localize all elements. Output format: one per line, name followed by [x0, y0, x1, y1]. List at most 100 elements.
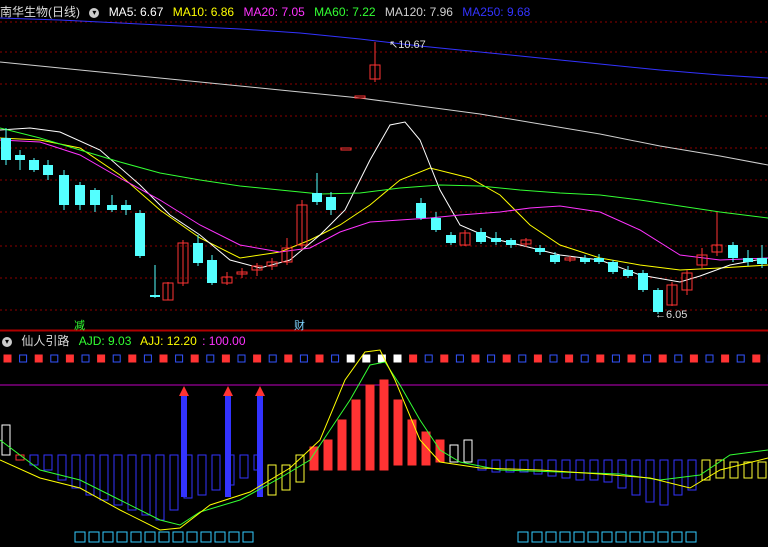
histogram-bar [211, 454, 221, 491]
candle-body [728, 245, 738, 258]
histogram-bar [729, 461, 739, 479]
collapse-indicator-panel-icon[interactable]: ▾ [2, 336, 12, 347]
tag-cai[interactable]: 财 [294, 317, 305, 333]
signal-square [440, 354, 449, 363]
ajj-label: AJJ: 12.20 [140, 334, 197, 348]
candle-body [75, 185, 85, 205]
histogram-bar [379, 379, 389, 471]
signal-square [175, 354, 184, 363]
candle-body [193, 243, 203, 263]
candle-body [535, 248, 545, 252]
histogram-bar [589, 459, 599, 481]
ma120-label: MA120: 7.96 [384, 5, 453, 19]
ma5-label: MA5: 6.67 [108, 5, 164, 19]
signal-square [455, 354, 464, 363]
signal-square [721, 354, 730, 363]
signal-square [331, 354, 340, 363]
candle-body [59, 175, 69, 205]
signal-square [487, 354, 496, 363]
bottom-marker-square [615, 531, 627, 543]
signal-square [65, 354, 74, 363]
candle-body [476, 232, 486, 242]
bottom-marker-square [200, 531, 212, 543]
histogram-bar [1, 424, 11, 456]
signal-square [159, 354, 168, 363]
ma20-line [0, 139, 768, 261]
bottom-marker-square [130, 531, 142, 543]
candle-body [416, 203, 426, 218]
candle-body [29, 160, 39, 170]
ma120-line [0, 61, 768, 166]
signal-square [346, 354, 355, 363]
bottom-marker-square [643, 531, 655, 543]
histogram-bar [71, 454, 81, 489]
stock-title: 南华生物(日线) [0, 5, 80, 19]
bottom-marker-square [88, 531, 100, 543]
signal-square [112, 354, 121, 363]
signal-square [34, 354, 43, 363]
indicator-title: 仙人引路 [21, 334, 70, 348]
histogram-bar [127, 454, 137, 511]
bottom-marker-square [685, 531, 697, 543]
signal-square [268, 354, 277, 363]
bottom-marker-square [629, 531, 641, 543]
histogram-bar [365, 384, 375, 471]
signal-square [315, 354, 324, 363]
candle-body [743, 258, 753, 262]
candle-body [580, 258, 590, 262]
collapse-price-panel-icon[interactable]: ▾ [89, 7, 100, 18]
histogram-bar [43, 454, 53, 471]
signal-square [611, 354, 620, 363]
signal-square [221, 354, 230, 363]
candle-body [135, 213, 145, 256]
ma250-line [0, 17, 768, 79]
candle-body [326, 197, 336, 210]
candle-body [491, 238, 501, 242]
histogram-bar [323, 439, 333, 471]
signal-square [658, 354, 667, 363]
signal-square [299, 354, 308, 363]
histogram-bar [393, 399, 403, 466]
candle-body [15, 155, 25, 160]
signal-square [97, 354, 106, 363]
signal-square [206, 354, 215, 363]
histogram-bar [561, 459, 571, 479]
signal-square [143, 354, 152, 363]
tag-jian[interactable]: 减 [74, 317, 85, 333]
bottom-marker-square [116, 531, 128, 543]
candle-body [43, 165, 53, 175]
bottom-marker-square [657, 531, 669, 543]
bottom-marker-square [545, 531, 557, 543]
bottom-marker-square [242, 531, 254, 543]
signal-square [502, 354, 511, 363]
signal-square [596, 354, 605, 363]
candle-body [623, 270, 633, 276]
ma60-line [0, 127, 768, 219]
histogram-bar [547, 459, 557, 477]
histogram-bar [421, 431, 431, 466]
high-price-label: ↖10.67 [389, 39, 426, 51]
histogram-bar [351, 399, 361, 471]
signal-square [518, 354, 527, 363]
candle-body [354, 95, 366, 99]
signal-square [128, 354, 137, 363]
chart-canvas[interactable] [0, 0, 768, 547]
candle-body [121, 205, 131, 210]
bottom-marker-square [74, 531, 86, 543]
candle-body [90, 190, 100, 205]
signal-arrow-head [255, 386, 265, 396]
signal-square [471, 354, 480, 363]
signal-square [736, 354, 745, 363]
signal-arrow-head [223, 386, 233, 396]
candle-body [446, 235, 456, 243]
signal-square [580, 354, 589, 363]
signal-square [237, 354, 246, 363]
candle-body [608, 262, 618, 272]
histogram-bar [169, 454, 179, 511]
signal-square [81, 354, 90, 363]
histogram-bar [757, 461, 767, 479]
signal-square [689, 354, 698, 363]
signal-square [627, 354, 636, 363]
ma10-line [0, 137, 768, 271]
candle-body [638, 273, 648, 290]
